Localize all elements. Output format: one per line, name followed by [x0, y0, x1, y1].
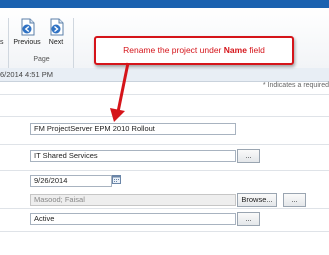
form-row-divider	[0, 94, 329, 95]
ribbon-cut-off-label: s	[0, 39, 4, 46]
department-field[interactable]: IT Shared Services	[30, 150, 236, 162]
owner-picker-button[interactable]: ...	[283, 193, 306, 207]
owner-field: Masood; Faisal	[30, 194, 236, 206]
form-row-divider	[0, 144, 329, 145]
status-bar: 6/2014 4:51 PM	[0, 68, 329, 82]
next-button[interactable]: Next	[41, 18, 71, 46]
form-row-divider	[0, 208, 329, 209]
annotation-callout: Rename the project under Name field	[94, 36, 294, 65]
form-row-divider	[0, 231, 329, 232]
previous-page-icon	[21, 18, 35, 36]
name-field[interactable]: FM ProjectServer EPM 2010 Rollout	[30, 123, 236, 135]
callout-bold-word: Name	[223, 45, 247, 55]
calendar-icon[interactable]	[112, 175, 121, 184]
ribbon-group-separator	[73, 18, 74, 68]
annotation-arrow	[110, 62, 130, 122]
next-label: Next	[48, 39, 64, 46]
owner-browse-button[interactable]: Browse...	[237, 193, 277, 207]
form-row-divider	[0, 116, 329, 117]
previous-label: Previous	[13, 39, 41, 46]
start-date-field[interactable]: 9/26/2014	[30, 175, 112, 187]
previous-button[interactable]: Previous	[12, 18, 42, 46]
ribbon-separator	[8, 18, 9, 68]
page-group-label: Page	[33, 56, 50, 63]
form-row-divider	[0, 170, 329, 171]
next-page-icon	[50, 18, 64, 36]
department-picker-button[interactable]: ...	[237, 149, 260, 163]
status-picker-button[interactable]: ...	[237, 212, 260, 226]
top-bar	[0, 0, 329, 8]
callout-text-before: Rename the project under	[123, 45, 224, 55]
required-note: * Indicates a required	[262, 82, 329, 89]
last-modified-date: 6/2014 4:51 PM	[0, 70, 53, 79]
status-field[interactable]: Active	[30, 213, 236, 225]
callout-text-after: field	[246, 45, 265, 55]
